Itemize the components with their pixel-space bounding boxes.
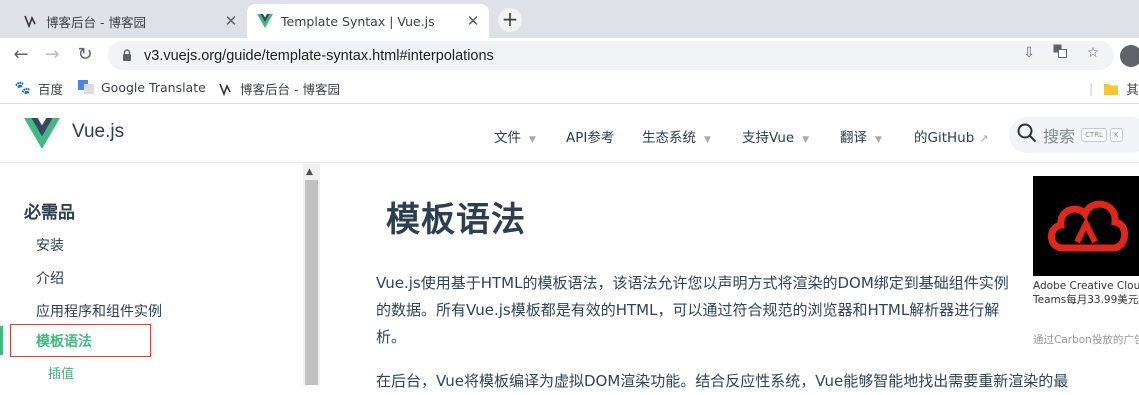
search-placeholder: 搜索 (1043, 127, 1076, 146)
search-input[interactable]: 搜索 CTRL K (1009, 117, 1139, 153)
forward-arrow-icon[interactable]: → (41, 44, 63, 66)
sidebar-item-introduction[interactable]: 介绍 (36, 268, 64, 288)
tab-strip: 博客后台 - 博客园 ✕ Template Syntax | Vue.js ✕ … (0, 0, 1139, 38)
nav-github[interactable]: 的GitHub ↗ (914, 126, 989, 146)
sidebar-scrollbar[interactable]: ▲ (303, 163, 320, 385)
nav-label: API参考 (566, 130, 615, 146)
nav-docs[interactable]: 文件 ▼ (494, 126, 536, 146)
brand-name[interactable]: Vue.js (72, 121, 124, 143)
intro-paragraph: Vue.js使用基于HTML的模板语法，该语法允许您以声明方式将渲染的DOM绑定… (376, 274, 1009, 346)
sidebar: 必需品 安装 介绍 应用程序和组件实例 模板语法 插值 (0, 163, 303, 385)
chevron-down-icon: ▼ (802, 135, 810, 145)
sidebar-subitem-interpolations[interactable]: 插值 (48, 363, 74, 382)
search-icon (1017, 123, 1037, 147)
cnblogs-icon (22, 13, 38, 29)
nav-label: 的GitHub (914, 130, 975, 146)
chevron-down-icon: ▼ (704, 135, 711, 145)
lock-icon (122, 49, 132, 65)
second-paragraph: 在后台，Vue将模板编译为虚拟DOM渲染功能。结合反应性系统，Vue能够智能地找… (376, 372, 1069, 390)
cnblogs-icon (217, 81, 233, 97)
back-arrow-icon[interactable]: ← (10, 44, 32, 66)
tab-vue-template-syntax[interactable]: Template Syntax | Vue.js ✕ (247, 4, 489, 38)
page-title: 模板语法 (386, 200, 526, 240)
scroll-up-icon[interactable]: ▲ (306, 167, 313, 177)
ad-image[interactable] (1033, 176, 1139, 276)
bookmark-label: 百度 (38, 82, 64, 97)
tab-title: Template Syntax | Vue.js (281, 13, 435, 29)
bookmark-cnblogs[interactable]: 博客后台 - 博客园 (217, 79, 340, 98)
vue-logo-icon (257, 13, 273, 29)
install-app-icon[interactable]: ⇩ (1020, 44, 1038, 62)
nav-ecosystem[interactable]: 生态系统 ▼ (642, 126, 711, 146)
bookmark-baidu[interactable]: 🐾 百度 (15, 79, 63, 98)
bookmark-google-translate[interactable]: Google Translate (78, 79, 206, 95)
site-header: Vue.js 文件 ▼ API参考 生态系统 ▼ 支持Vue ▼ 翻译 ▼ 的GitHu… (0, 105, 1139, 163)
ad-attribution[interactable]: 通过Carbon投放的广告 (1033, 332, 1139, 347)
sidebar-heading: 必需品 (24, 203, 75, 223)
nav-translations[interactable]: 翻译 ▼ (840, 126, 882, 146)
external-link-icon: ↗ (979, 132, 989, 145)
bookmark-other-folder[interactable]: | 其 (1089, 79, 1139, 98)
reload-icon[interactable]: ↻ (74, 44, 96, 66)
main-content: 模板语法 Vue.js使用基于HTML的模板语法，该语法允许您以声明方式将渲染的… (320, 163, 1068, 390)
bookmark-label: 其 (1126, 82, 1139, 97)
bookmark-star-icon[interactable]: ☆ (1084, 44, 1102, 62)
nav-label: 支持Vue (742, 130, 795, 146)
active-indicator (0, 326, 3, 355)
new-tab-button[interactable]: + (498, 8, 522, 32)
browser-toolbar: ← → ↻ v3.vuejs.org/guide/template-syntax… (0, 38, 1139, 72)
sidebar-item-application-instance[interactable]: 应用程序和组件实例 (36, 301, 162, 321)
close-tab-icon[interactable]: ✕ (221, 12, 241, 30)
tab-title: 博客后台 - 博客园 (46, 14, 146, 30)
url-text: v3.vuejs.org/guide/template-syntax.html#… (144, 47, 494, 64)
profile-avatar[interactable] (1120, 45, 1139, 67)
nav-support-vue[interactable]: 支持Vue ▼ (742, 126, 809, 146)
bookmarks-bar: 🐾 百度 Google Translate 博客后台 - 博客园 | 其 (0, 72, 1139, 104)
bookmark-label: Google Translate (101, 79, 206, 95)
close-tab-icon[interactable]: ✕ (463, 12, 483, 30)
folder-icon (1103, 81, 1119, 97)
nav-label: 翻译 (840, 130, 867, 146)
chevron-down-icon: ▼ (529, 135, 536, 145)
bookmark-label: 博客后台 - 博客园 (240, 82, 340, 97)
paw-icon: 🐾 (14, 81, 32, 96)
kbd-k: K (1109, 128, 1123, 142)
nav-label: 生态系统 (642, 130, 696, 146)
sidebar-item-installation[interactable]: 安装 (36, 235, 64, 255)
scrollbar-thumb[interactable] (305, 180, 318, 385)
ad-text[interactable]: Adobe Creative Cloud for Teams每月33.99美元起… (1033, 279, 1139, 307)
nav-api[interactable]: API参考 (566, 126, 614, 146)
vue-logo-icon[interactable] (24, 118, 60, 153)
carbon-ad[interactable]: Adobe Creative Cloud for Teams每月33.99美元起… (1033, 176, 1139, 385)
address-bar[interactable]: v3.vuejs.org/guide/template-syntax.html#… (108, 41, 1114, 70)
nav-label: 文件 (494, 130, 521, 146)
translate-icon (78, 79, 94, 95)
chevron-down-icon: ▼ (875, 135, 882, 145)
translate-page-icon[interactable] (1051, 44, 1069, 62)
tab-cnblogs[interactable]: 博客后台 - 博客园 ✕ (0, 4, 247, 38)
kbd-ctrl: CTRL (1081, 128, 1107, 142)
sidebar-item-template-syntax[interactable]: 模板语法 (36, 331, 92, 351)
